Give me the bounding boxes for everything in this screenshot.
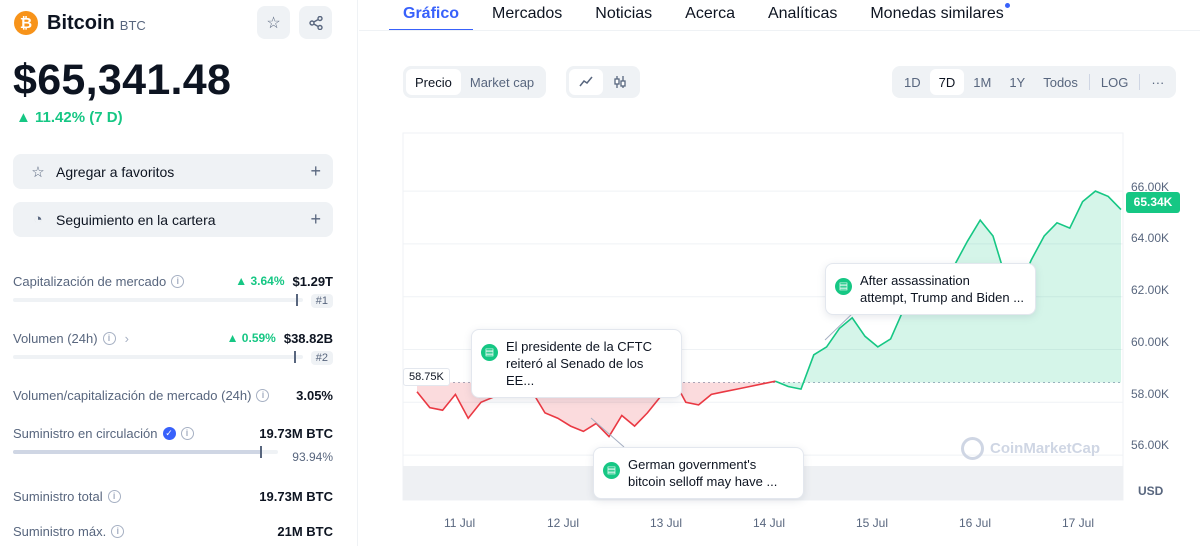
track-portfolio-button[interactable]: ◔ Seguimiento en la cartera + — [13, 202, 333, 237]
volume-mcap-label: Volumen/capitalización de mercado (24h) — [13, 387, 252, 403]
volume-bar — [13, 351, 303, 363]
note-line: German government's — [628, 457, 757, 472]
volume-stat: Volumen (24h) i › ▲ 0.59% $38.82B #2 — [13, 329, 333, 369]
market-cap-rank: #1 — [310, 294, 333, 308]
chevron-right-icon[interactable]: › — [125, 331, 129, 346]
info-icon[interactable]: i — [256, 388, 270, 402]
bar-marker — [296, 294, 298, 306]
x-tick-label: 16 Jul — [959, 516, 992, 530]
market-cap-stat: Capitalización de mercado i ▲ 3.64% $1.2… — [13, 272, 333, 312]
total-supply-label: Suministro total — [13, 488, 103, 504]
y-tick-label: 58.00K — [1131, 387, 1170, 401]
coinmarketcap-watermark: CoinMarketCap — [961, 437, 1100, 460]
news-note[interactable]: ▤ After assassination attempt, Trump and… — [825, 263, 1036, 315]
x-tick-label: 15 Jul — [856, 516, 889, 530]
price-change-7d: ▲ 11.42% (7 D) — [16, 109, 123, 126]
bar-marker — [260, 446, 262, 458]
info-icon[interactable]: i — [102, 331, 116, 345]
track-portfolio-label: Seguimiento en la cartera — [56, 211, 216, 228]
coin-summary-panel: ₿ Bitcoin BTC ☆ $65,341.48 ▲ 11.42% (7 D… — [0, 0, 358, 546]
volume-value: $38.82B — [283, 330, 333, 346]
note-line: reiteró al Senado de los EE... — [506, 356, 644, 388]
info-icon[interactable]: i — [171, 274, 185, 288]
note-line: El presidente de la CFTC — [506, 339, 652, 354]
circulating-supply-bar — [13, 446, 278, 458]
note-line: After assassination — [860, 273, 970, 288]
bar-marker — [294, 351, 296, 363]
market-cap-label: Capitalización de mercado — [13, 273, 167, 289]
coinmarketcap-logo-icon — [961, 437, 984, 460]
y-tick-label: 60.00K — [1131, 335, 1170, 349]
share-button[interactable] — [299, 6, 332, 39]
add-to-watchlist-label: Agregar a favoritos — [56, 163, 175, 180]
volume-rank: #2 — [310, 351, 333, 365]
circulating-supply-value: 19.73M BTC — [259, 425, 333, 441]
current-price-tag: 65.34K — [1126, 192, 1180, 213]
info-icon[interactable]: i — [111, 524, 125, 538]
news-note[interactable]: ▤ German government's bitcoin selloff ma… — [593, 447, 804, 499]
y-tick-label: 62.00K — [1131, 283, 1170, 297]
info-icon[interactable]: i — [107, 489, 121, 503]
max-supply-label: Suministro máx. — [13, 523, 107, 539]
document-icon: ▤ — [835, 278, 852, 295]
circulating-supply-stat: Suministro en circulación ✓ i 19.73M BTC… — [13, 424, 333, 469]
star-icon: ☆ — [31, 163, 45, 181]
open-price-label: 58.75K — [403, 368, 450, 386]
current-price: $65,341.48 — [13, 56, 232, 104]
note-line: bitcoin selloff may have ... — [628, 474, 778, 489]
coin-symbol: BTC — [119, 17, 146, 33]
coin-name: Bitcoin — [47, 11, 115, 34]
x-tick-label: 17 Jul — [1062, 516, 1095, 530]
share-icon — [308, 15, 323, 30]
y-tick-label: 56.00K — [1131, 438, 1170, 452]
news-note[interactable]: ▤ El presidente de la CFTC reiteró al Se… — [471, 329, 682, 398]
currency-label: USD — [1138, 484, 1164, 498]
max-supply-stat: Suministro máx. i 21M BTC — [13, 522, 333, 540]
coin-header: ₿ Bitcoin BTC — [14, 9, 146, 37]
volume-mcap-stat: Volumen/capitalización de mercado (24h) … — [13, 386, 333, 404]
star-icon: ☆ — [266, 14, 281, 32]
note-line: attempt, Trump and Biden ... — [860, 290, 1025, 305]
max-supply-value: 21M BTC — [277, 523, 333, 539]
x-tick-label: 13 Jul — [650, 516, 683, 530]
circulating-supply-percent: 93.94% — [292, 450, 333, 464]
bitcoin-logo-icon: ₿ — [14, 11, 38, 35]
circulating-supply-fill — [13, 450, 262, 454]
total-supply-value: 19.73M BTC — [259, 488, 333, 504]
info-icon[interactable]: i — [180, 426, 194, 440]
y-tick-label: 64.00K — [1131, 231, 1170, 245]
plus-icon: + — [310, 161, 321, 181]
market-cap-change: ▲ 3.64% — [235, 274, 285, 288]
x-tick-label: 12 Jul — [547, 516, 580, 530]
volume-mcap-value: 3.05% — [296, 387, 333, 403]
add-to-watchlist-button[interactable]: ☆ Agregar a favoritos + — [13, 154, 333, 189]
watchlist-star-button[interactable]: ☆ — [257, 6, 290, 39]
watermark-text: CoinMarketCap — [990, 440, 1101, 457]
market-cap-value: $1.29T — [292, 273, 333, 289]
volume-label: Volumen (24h) — [13, 330, 98, 346]
document-icon: ▤ — [603, 462, 620, 479]
pie-chart-icon: ◔ — [33, 211, 43, 228]
document-icon: ▤ — [481, 344, 498, 361]
chart-panel: Gráfico Mercados Noticias Acerca Analíti… — [359, 0, 1200, 546]
x-tick-label: 14 Jul — [753, 516, 786, 530]
plus-icon: + — [310, 209, 321, 229]
circulating-supply-label: Suministro en circulación — [13, 425, 158, 441]
verified-check-icon: ✓ — [162, 426, 176, 440]
x-tick-label: 11 Jul — [444, 516, 476, 530]
total-supply-stat: Suministro total i 19.73M BTC — [13, 487, 333, 505]
market-cap-bar — [13, 294, 303, 306]
volume-change: ▲ 0.59% — [226, 331, 276, 345]
